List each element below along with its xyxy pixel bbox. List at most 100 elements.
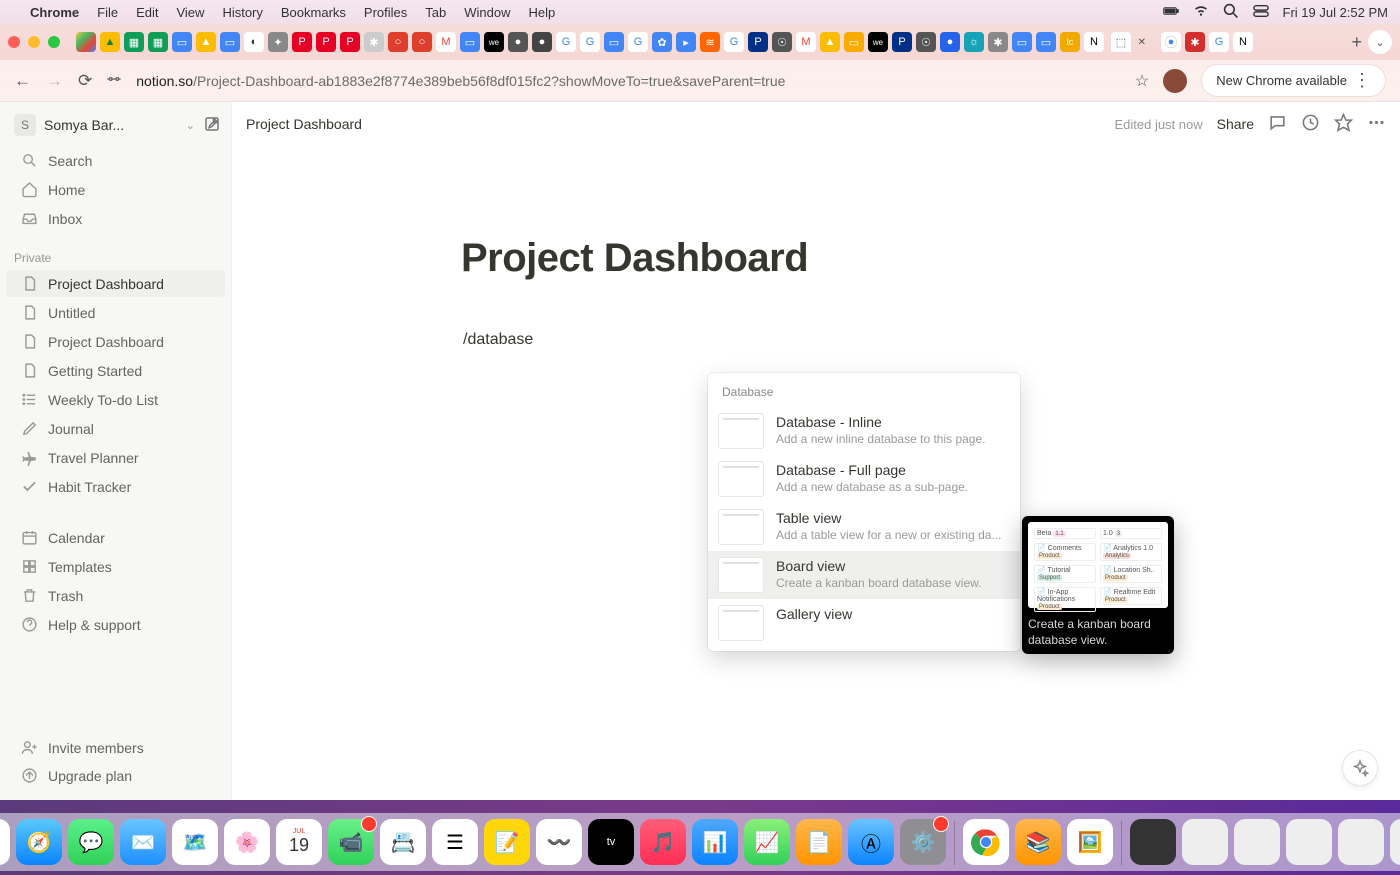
dock-app-chrome[interactable]	[963, 819, 1009, 865]
sidebar-page[interactable]: Habit Tracker	[6, 473, 225, 500]
pinned-tab-icon[interactable]: ≋	[700, 32, 720, 52]
dock-app-notes[interactable]: 📝	[484, 819, 530, 865]
menu-edit[interactable]: Edit	[136, 5, 158, 20]
slash-option-table-view[interactable]: Table viewAdd a table view for a new or …	[708, 503, 1020, 551]
comments-icon[interactable]	[1268, 113, 1287, 135]
dock-app-photos[interactable]: 🌸	[224, 819, 270, 865]
pinned-tab-icon[interactable]: N	[1084, 32, 1104, 52]
profile-avatar[interactable]	[1163, 69, 1187, 93]
slash-option-database-inline[interactable]: Database - InlineAdd a new inline databa…	[708, 407, 1020, 455]
window-controls[interactable]	[8, 36, 60, 48]
chrome-update-chip[interactable]: New Chrome available⋮	[1201, 64, 1386, 97]
pinned-tab-icon[interactable]: ☉	[916, 32, 936, 52]
sidebar-inbox[interactable]: Inbox	[6, 205, 225, 232]
bookmark-star-icon[interactable]: ☆	[1135, 71, 1149, 91]
workspace-switcher[interactable]: S Somya Bar... ⌄	[0, 108, 231, 146]
slash-option-database-fullpage[interactable]: Database - Full pageAdd a new database a…	[708, 455, 1020, 503]
sidebar-home[interactable]: Home	[6, 176, 225, 203]
pinned-tab-icon[interactable]: ▭	[604, 32, 624, 52]
dock-app-pages[interactable]: 📄	[796, 819, 842, 865]
wifi-icon[interactable]	[1193, 3, 1209, 22]
dock-app-keynote[interactable]: 📊	[692, 819, 738, 865]
menu-profiles[interactable]: Profiles	[364, 5, 407, 20]
dock-app-freeform[interactable]: 〰️	[536, 819, 582, 865]
sidebar-page[interactable]: Travel Planner	[6, 444, 225, 471]
dock-minimized-window[interactable]	[1182, 819, 1228, 865]
favorite-icon[interactable]	[1334, 113, 1353, 135]
pinned-tab-icon[interactable]: P	[316, 32, 336, 52]
pinned-tab-icon[interactable]: G	[580, 32, 600, 52]
pinned-tab-icon[interactable]: ✱	[364, 32, 384, 52]
slash-command-input[interactable]: /database	[461, 331, 1171, 349]
pinned-tab-icon[interactable]: ▲	[196, 32, 216, 52]
dock-app-tv[interactable]: tv	[588, 819, 634, 865]
pinned-tab-icon[interactable]: ●	[940, 32, 960, 52]
pinned-tab-icon[interactable]: we	[868, 32, 888, 52]
menubar-clock[interactable]: Fri 19 Jul 2:52 PM	[1283, 5, 1389, 20]
dock-minimized-window[interactable]	[1130, 819, 1176, 865]
control-center-icon[interactable]	[1253, 3, 1269, 22]
menu-bookmarks[interactable]: Bookmarks	[281, 5, 346, 20]
pinned-tab-icon[interactable]: G	[628, 32, 648, 52]
dock-app-music[interactable]: 🎵	[640, 819, 686, 865]
pinned-tab-icon[interactable]: ✿	[652, 32, 672, 52]
pinned-tab-icon[interactable]: lc	[1060, 32, 1080, 52]
sidebar-search[interactable]: Search	[6, 147, 225, 174]
sidebar-page[interactable]: Journal	[6, 415, 225, 442]
updates-icon[interactable]	[1301, 113, 1320, 135]
back-button[interactable]: ←	[14, 71, 32, 91]
menu-view[interactable]: View	[176, 5, 204, 20]
sidebar-page[interactable]: Project Dashboard	[6, 328, 225, 355]
sidebar-page[interactable]: Getting Started	[6, 357, 225, 384]
pinned-tab-icon[interactable]: ☉	[772, 32, 792, 52]
pinned-tab-icon[interactable]: G	[556, 32, 576, 52]
dock-minimized-window[interactable]	[1286, 819, 1332, 865]
pinned-tab-icon[interactable]	[76, 32, 96, 52]
pinned-tab-icon[interactable]: ▲	[100, 32, 120, 52]
pinned-tab-icon[interactable]: ▭	[220, 32, 240, 52]
slash-option-board-view[interactable]: Board viewCreate a kanban board database…	[708, 551, 1020, 599]
menubar-app-name[interactable]: Chrome	[30, 5, 79, 20]
sidebar-calendar[interactable]: Calendar	[6, 524, 225, 551]
pinned-tab-icon[interactable]: ●	[532, 32, 552, 52]
sidebar-upgrade[interactable]: Upgrade plan	[6, 762, 225, 789]
reload-button[interactable]: ⟳	[78, 71, 92, 91]
pinned-tab-icon[interactable]: ●	[508, 32, 528, 52]
sidebar-invite[interactable]: Invite members	[6, 734, 225, 761]
menu-file[interactable]: File	[97, 5, 118, 20]
active-tab[interactable]: ⬚	[1111, 32, 1131, 52]
share-button[interactable]: Share	[1217, 116, 1254, 132]
pinned-tab-icon[interactable]: ▭	[172, 32, 192, 52]
sidebar-page[interactable]: Weekly To-do List	[6, 386, 225, 413]
pinned-tab-icon[interactable]: M	[436, 32, 456, 52]
pinned-tab-icon[interactable]: ▲	[820, 32, 840, 52]
dock-minimized-window[interactable]	[1390, 819, 1400, 865]
pinned-tab-icon[interactable]: ✦	[268, 32, 288, 52]
pinned-tab-icon[interactable]: G	[1209, 32, 1229, 52]
pinned-tab-icon[interactable]: we	[484, 32, 504, 52]
pinned-tab-icon[interactable]: N	[1233, 32, 1253, 52]
pinned-tab-icon[interactable]	[1161, 32, 1181, 52]
new-page-icon[interactable]	[203, 115, 221, 136]
pinned-tab-icon[interactable]: G	[724, 32, 744, 52]
pinned-tab-icon[interactable]: ▦	[124, 32, 144, 52]
pinned-tab-icon[interactable]: ▸	[676, 32, 696, 52]
address-bar[interactable]: notion.so/Project-Dashboard-ab1883e2f877…	[136, 73, 1121, 89]
pinned-tab-icon[interactable]: P	[748, 32, 768, 52]
sidebar-page[interactable]: Project Dashboard	[6, 270, 225, 297]
dock-app-facetime[interactable]: 📹	[328, 819, 374, 865]
sidebar-templates[interactable]: Templates	[6, 553, 225, 580]
sidebar-help[interactable]: Help & support	[6, 611, 225, 638]
dock-app-mail[interactable]: ✉️	[120, 819, 166, 865]
pinned-tab-icon[interactable]: ▭	[844, 32, 864, 52]
breadcrumb[interactable]: Project Dashboard	[246, 116, 362, 132]
dock-app-messages[interactable]: 💬	[68, 819, 114, 865]
page-title[interactable]: Project Dashboard	[461, 236, 1171, 281]
menu-tab[interactable]: Tab	[425, 5, 446, 20]
dock-app-contacts[interactable]: 📇	[380, 819, 426, 865]
menu-help[interactable]: Help	[529, 5, 556, 20]
pinned-tab-icon[interactable]: ✱	[1185, 32, 1205, 52]
dock-app-calendar[interactable]: JUL19	[276, 819, 322, 865]
pinned-tab-icon[interactable]: ○	[388, 32, 408, 52]
sidebar-page[interactable]: Untitled	[6, 299, 225, 326]
